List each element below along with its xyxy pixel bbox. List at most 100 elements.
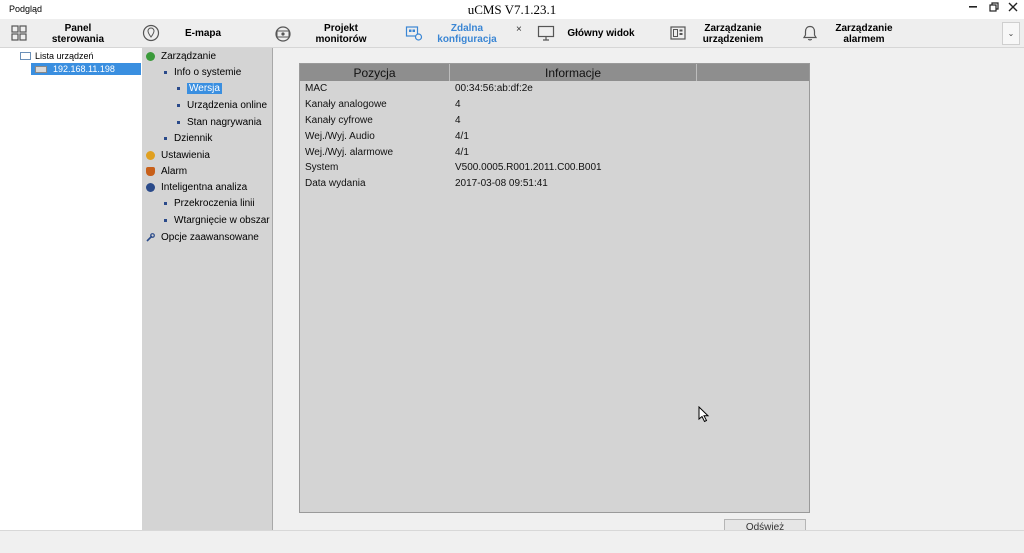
menu-item-label: Przekroczenia linii bbox=[174, 197, 255, 209]
menu-item-settings[interactable]: Ustawienia bbox=[146, 148, 210, 162]
nav-alarm-management[interactable]: Zarządzanie alarmem bbox=[798, 19, 928, 48]
menu-item-intrusion[interactable]: Wtargnięcie w obszar bbox=[164, 213, 270, 227]
menu-item-line-crossing[interactable]: Przekroczenia linii bbox=[164, 196, 255, 210]
app-title: uCMS V7.1.23.1 bbox=[467, 2, 557, 17]
tab-remote-config-label: Zdalna konfiguracja bbox=[437, 22, 497, 45]
menu-item-label: Stan nagrywania bbox=[187, 116, 262, 128]
device-tree-item[interactable]: 192.168.11.198 bbox=[31, 63, 141, 75]
status-bar bbox=[0, 530, 1024, 553]
nav-control-panel[interactable]: Panel sterowania bbox=[0, 19, 130, 48]
menu-item-management[interactable]: Zarządzanie bbox=[146, 49, 216, 63]
nav-alarm-management-label: Zarządzanie alarmem bbox=[835, 22, 893, 45]
tab-close-button[interactable]: × bbox=[516, 24, 522, 35]
tools-icon bbox=[146, 232, 155, 242]
title-bar: Podgląd uCMS V7.1.23.1 bbox=[0, 0, 1024, 19]
device-tree-root-label: Lista urządzeń bbox=[35, 51, 94, 61]
remote-config-icon bbox=[405, 26, 423, 41]
menu-item-label: Wersja bbox=[187, 82, 222, 94]
restore-button[interactable] bbox=[987, 2, 1001, 16]
menu-item-online-devices[interactable]: Urządzenia online bbox=[177, 98, 267, 112]
row-key: Data wydania bbox=[305, 178, 366, 190]
settings-gear-icon bbox=[146, 150, 155, 160]
row-key: Wej./Wyj. Audio bbox=[305, 130, 375, 142]
restore-icon bbox=[989, 2, 999, 12]
row-key: Wej./Wyj. alarmowe bbox=[305, 146, 394, 158]
bullet-icon bbox=[177, 120, 180, 124]
monitor-project-icon bbox=[275, 26, 291, 42]
nav-monitor-project[interactable]: Projekt monitorów bbox=[268, 19, 398, 48]
folder-icon bbox=[20, 52, 31, 60]
minimize-icon bbox=[969, 6, 977, 8]
menu-item-label: Info o systemie bbox=[174, 66, 242, 78]
table-row: Kanały analogowe 4 bbox=[300, 97, 809, 113]
monitor-icon bbox=[537, 25, 555, 41]
menu-item-label: Alarm bbox=[161, 165, 188, 177]
nav-emap-label: E-mapa bbox=[184, 28, 222, 39]
device-manager-icon bbox=[670, 26, 686, 40]
table-body: MAC 00:34:56:ab:df:2e Kanały analogowe 4… bbox=[300, 81, 809, 192]
bullet-icon bbox=[164, 201, 167, 205]
nav-emap[interactable]: E-mapa bbox=[135, 19, 265, 48]
row-value: 4/1 bbox=[455, 130, 469, 142]
close-window-button[interactable] bbox=[1006, 2, 1020, 16]
row-value: 4/1 bbox=[455, 146, 469, 158]
table-row: Data wydania 2017-03-08 09:51:41 bbox=[300, 176, 809, 192]
row-key: Kanały analogowe bbox=[305, 99, 387, 111]
grid-icon bbox=[11, 25, 27, 41]
row-key: MAC bbox=[305, 83, 328, 95]
content-area: Pozycja Informacje MAC 00:34:56:ab:df:2e… bbox=[273, 48, 1024, 533]
bullet-icon bbox=[164, 136, 167, 140]
row-value: 2017-03-08 09:51:41 bbox=[455, 178, 548, 190]
nav-main-view-label: Główny widok bbox=[567, 28, 635, 39]
menu-item-intelligent-analysis[interactable]: Inteligentna analiza bbox=[146, 180, 247, 194]
menu-item-label: Inteligentna analiza bbox=[161, 181, 248, 193]
alarm-bell-icon bbox=[146, 166, 155, 176]
menu-item-label: Urządzenia online bbox=[187, 99, 268, 111]
nav-main-view[interactable]: Główny widok bbox=[533, 19, 663, 48]
row-value: 4 bbox=[455, 99, 461, 111]
menu-item-version[interactable]: Wersja bbox=[177, 81, 222, 95]
row-value: 00:34:56:ab:df:2e bbox=[455, 83, 533, 95]
main-toolbar: Panel sterowania E-mapa Projekt monitorów … bbox=[0, 19, 1024, 48]
nav-device-management-label: Zarządzanie urządzeniem bbox=[702, 22, 764, 45]
analysis-icon bbox=[146, 182, 155, 192]
menu-item-log[interactable]: Dziennik bbox=[164, 131, 212, 145]
device-list-panel: Lista urządzeń 192.168.11.198 bbox=[0, 48, 142, 530]
menu-item-label: Opcje zaawansowane bbox=[161, 231, 259, 243]
menu-item-label: Ustawienia bbox=[161, 149, 210, 161]
tab-remote-config[interactable]: Zdalna konfiguracja × bbox=[400, 19, 530, 48]
map-pin-icon bbox=[142, 24, 160, 42]
row-value: V500.0005.R001.2011.C00.B001 bbox=[455, 162, 602, 174]
toolbar-overflow-button[interactable]: ⌄ bbox=[1002, 22, 1020, 45]
table-row: System V500.0005.R001.2011.C00.B001 bbox=[300, 160, 809, 176]
menu-item-system-info[interactable]: Info o systemie bbox=[164, 65, 241, 79]
column-header-item: Pozycja bbox=[300, 64, 450, 81]
menu-item-advanced-options[interactable]: Opcje zaawansowane bbox=[146, 230, 259, 244]
bullet-icon bbox=[164, 218, 167, 222]
menu-item-label: Wtargnięcie w obszar bbox=[174, 214, 270, 226]
menu-item-recording-status[interactable]: Stan nagrywania bbox=[177, 115, 262, 129]
row-key: System bbox=[305, 162, 339, 174]
menu-item-alarm[interactable]: Alarm bbox=[146, 164, 187, 178]
device-tree-root[interactable]: Lista urządzeń bbox=[20, 51, 94, 61]
table-row: MAC 00:34:56:ab:df:2e bbox=[300, 81, 809, 97]
nav-control-panel-label: Panel sterowania bbox=[51, 22, 105, 45]
bullet-icon bbox=[177, 103, 180, 107]
table-row: Wej./Wyj. alarmowe 4/1 bbox=[300, 144, 809, 160]
device-ip-label: 192.168.11.198 bbox=[53, 64, 115, 74]
menu-item-label: Zarządzanie bbox=[161, 50, 217, 62]
table-row: Kanały cyfrowe 4 bbox=[300, 113, 809, 129]
bell-icon bbox=[802, 25, 818, 41]
minimize-button[interactable] bbox=[966, 2, 980, 16]
nav-monitor-project-label: Projekt monitorów bbox=[315, 22, 367, 45]
row-value: 4 bbox=[455, 114, 461, 126]
menu-item-label: Dziennik bbox=[174, 132, 213, 144]
nav-device-management[interactable]: Zarządzanie urządzeniem bbox=[665, 19, 795, 48]
chevron-down-icon: ⌄ bbox=[1007, 29, 1015, 38]
row-key: Kanały cyfrowe bbox=[305, 114, 373, 126]
column-header-empty bbox=[697, 64, 809, 81]
table-header: Pozycja Informacje bbox=[300, 64, 809, 81]
management-icon bbox=[146, 51, 155, 61]
dvr-device-icon bbox=[35, 65, 47, 73]
close-icon bbox=[1008, 2, 1018, 12]
